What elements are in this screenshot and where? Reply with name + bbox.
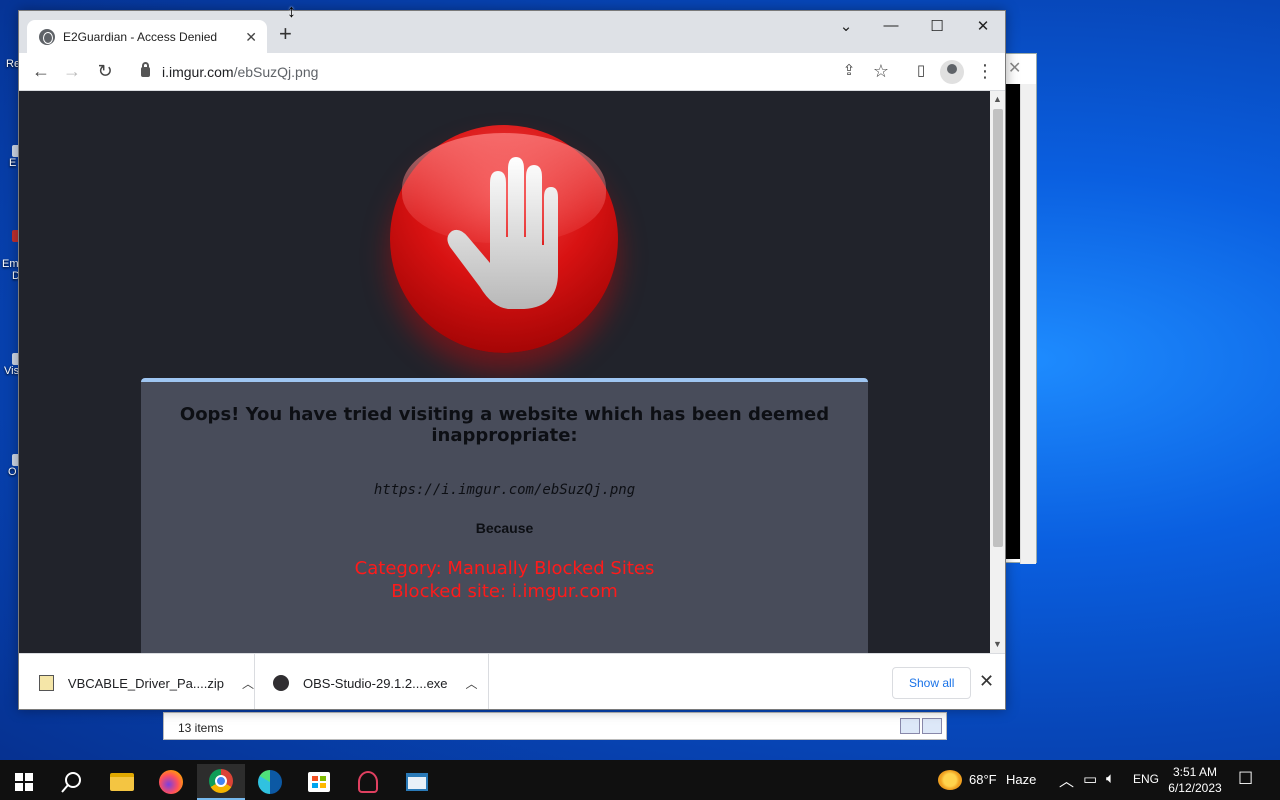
stop-hand-icon — [390, 125, 618, 353]
tab-search-button[interactable]: ⌄ — [831, 17, 861, 35]
scissors-icon — [358, 771, 378, 793]
windows-logo-icon — [15, 773, 33, 791]
scroll-down-icon[interactable]: ▼ — [993, 639, 1002, 649]
reload-button[interactable]: ↻ — [93, 61, 117, 81]
blocked-url: https://i.imgur.com/ebSuzQj.png — [373, 482, 636, 498]
side-panel-icon[interactable]: ▯ — [909, 61, 933, 81]
profile-avatar[interactable] — [940, 60, 964, 84]
volume-icon[interactable]: 🔈︎ — [1106, 770, 1115, 787]
window-app-icon — [406, 773, 428, 791]
folder-icon — [110, 773, 134, 791]
store-taskbar-button[interactable] — [295, 764, 343, 800]
clock-date: 6/12/2023 — [1168, 781, 1222, 795]
file-explorer-taskbar-button[interactable] — [98, 764, 146, 800]
large-icons-view-icon[interactable] — [922, 718, 942, 734]
chevron-up-icon[interactable]: ︿ — [466, 675, 478, 692]
download-filename: OBS-Studio-29.1.2....exe — [303, 675, 448, 691]
back-button[interactable]: ← — [29, 61, 53, 81]
scroll-thumb[interactable] — [993, 109, 1003, 547]
chrome-icon — [209, 769, 233, 793]
download-filename: VBCABLE_Driver_Pa....zip — [67, 675, 224, 691]
page-heading: Oops! You have tried visiting a website … — [179, 404, 830, 446]
lock-icon[interactable] — [141, 62, 150, 77]
language-indicator[interactable]: ENG — [1133, 772, 1159, 786]
zip-file-icon — [39, 675, 54, 691]
app-taskbar-button[interactable] — [393, 764, 441, 800]
resize-cursor-icon: ↕ — [287, 1, 296, 21]
blocked-page: Oops! You have tried visiting a website … — [19, 91, 990, 653]
download-bar: VBCABLE_Driver_Pa....zip ︿ OBS-Studio-29… — [19, 653, 1005, 709]
taskbar: 68°F Haze ︿ ▭ 🔈︎ ENG ☐ — [0, 760, 1280, 800]
address-bar[interactable]: i.imgur.com/ebSuzQj.png — [129, 58, 864, 86]
tab-active[interactable]: E2Guardian - Access Denied ✕ — [27, 20, 267, 54]
tab-strip: E2Guardian - Access Denied ✕ + ⌄ — ☐ ✕ — [19, 11, 1005, 54]
search-button[interactable] — [48, 764, 96, 800]
snipping-tool-taskbar-button[interactable] — [344, 764, 392, 800]
minimize-button[interactable]: — — [876, 17, 906, 34]
address-url[interactable]: i.imgur.com/ebSuzQj.png — [162, 64, 318, 80]
close-download-bar-icon[interactable]: ✕ — [979, 671, 994, 692]
search-icon — [61, 772, 81, 793]
browser-toolbar: ← → ↻ i.imgur.com/ebSuzQj.png ⇪ ☆ ▯ ⋮ — [19, 53, 1005, 91]
obs-file-icon — [273, 675, 289, 691]
forward-button[interactable]: → — [60, 61, 84, 81]
start-button[interactable] — [0, 764, 48, 800]
download-item[interactable]: VBCABLE_Driver_Pa....zip ︿ — [19, 654, 255, 709]
item-count: 13 items — [178, 721, 224, 735]
desktop-icon-label: Vis — [4, 365, 20, 377]
show-all-button[interactable]: Show all — [892, 667, 972, 699]
store-icon — [308, 772, 330, 792]
new-tab-button[interactable]: + — [279, 23, 292, 45]
download-item[interactable]: OBS-Studio-29.1.2....exe ︿ — [255, 654, 489, 709]
close-window-button[interactable]: ✕ — [968, 17, 998, 35]
taskbar-clock[interactable]: 3:51 AM 6/12/2023 — [1160, 764, 1230, 796]
network-icon[interactable]: ▭ — [1083, 770, 1097, 788]
weather-temperature[interactable]: 68°F — [969, 772, 997, 787]
bookmark-star-icon[interactable]: ☆ — [869, 61, 893, 81]
edge-icon — [258, 770, 282, 794]
weather-haze-icon[interactable] — [938, 770, 962, 790]
blocked-site: Blocked site: i.imgur.com — [391, 581, 618, 602]
desktop-icon-label: O — [8, 466, 17, 478]
chrome-taskbar-button[interactable] — [197, 764, 245, 800]
edge-taskbar-button[interactable] — [246, 764, 294, 800]
menu-kebab-icon[interactable]: ⋮ — [973, 61, 997, 81]
scrollbar[interactable] — [1020, 84, 1036, 564]
globe-icon — [39, 29, 55, 45]
scroll-up-icon[interactable]: ▲ — [993, 94, 1002, 104]
chevron-up-icon[interactable]: ︿ — [242, 675, 254, 692]
message-panel: Oops! You have tried visiting a website … — [141, 378, 868, 653]
clock-time: 3:51 AM — [1172, 765, 1218, 779]
desktop-icon-label: E — [9, 157, 17, 169]
firefox-taskbar-button[interactable] — [147, 764, 195, 800]
notifications-icon[interactable]: ☐ — [1238, 769, 1253, 789]
show-hidden-icons-chevron-icon[interactable]: ︿ — [1059, 770, 1074, 791]
background-window[interactable]: ✕ — [1005, 53, 1037, 564]
tab-close-icon[interactable]: ✕ — [245, 29, 257, 46]
block-category: Category: Manually Blocked Sites — [354, 558, 655, 579]
weather-condition[interactable]: Haze — [1006, 772, 1036, 787]
tab-title: E2Guardian - Access Denied — [63, 30, 218, 44]
close-icon[interactable]: ✕ — [1008, 58, 1021, 78]
firefox-icon — [159, 770, 183, 794]
page-scrollbar[interactable]: ▲ ▼ — [990, 91, 1005, 653]
browser-window: E2Guardian - Access Denied ✕ + ⌄ — ☐ ✕ ←… — [18, 10, 1006, 710]
share-icon[interactable]: ⇪ — [837, 61, 861, 81]
maximize-button[interactable]: ☐ — [922, 17, 952, 35]
background-window-content — [1006, 84, 1021, 559]
view-switcher — [900, 718, 942, 734]
because-label: Because — [475, 520, 534, 536]
explorer-status-bar: 13 items — [163, 712, 947, 740]
details-view-icon[interactable] — [900, 718, 920, 734]
